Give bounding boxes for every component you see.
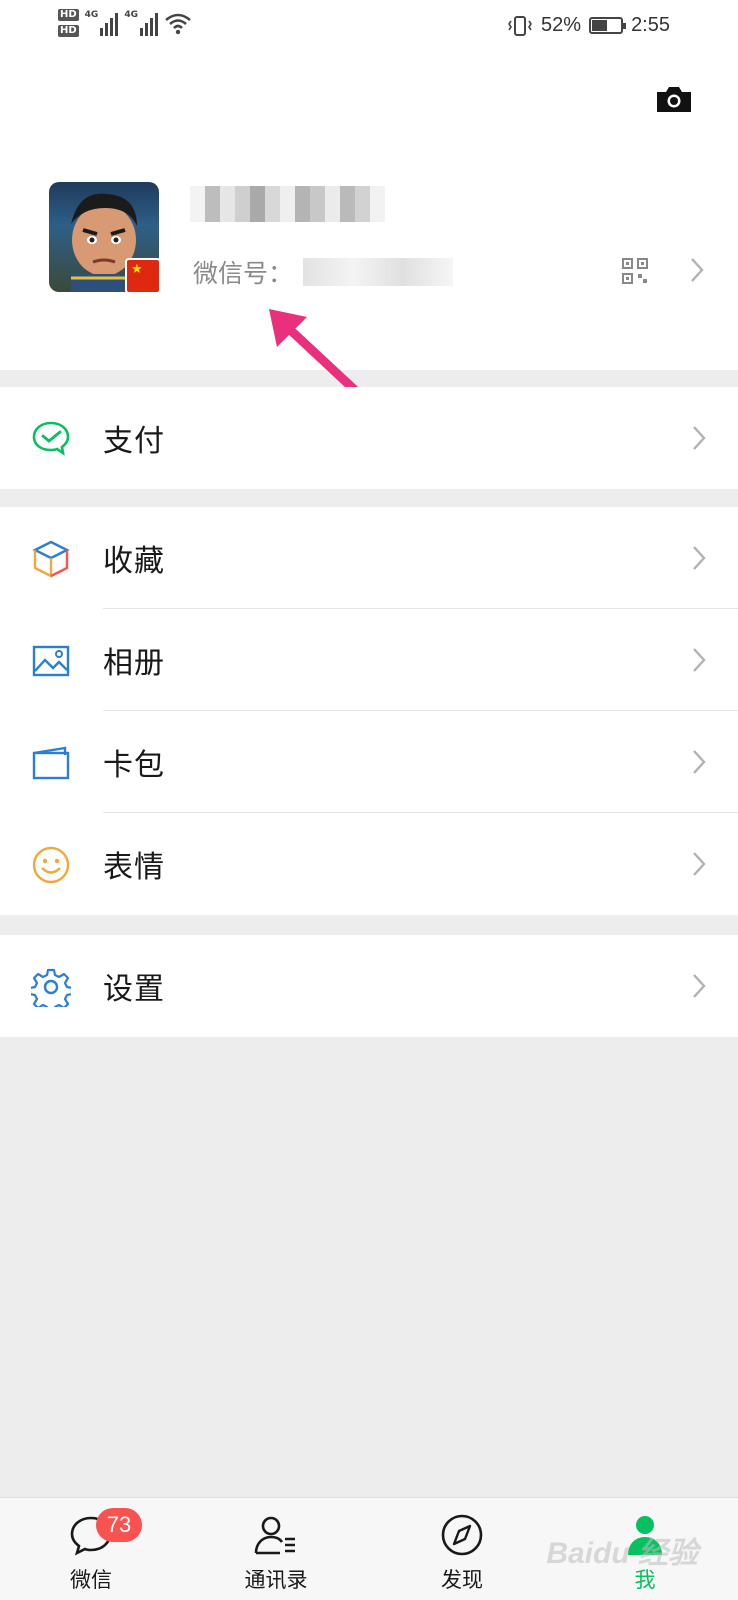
menu-label-pay: 支付 xyxy=(103,424,165,459)
tab-contacts[interactable]: 通讯录 xyxy=(221,1498,331,1600)
region-flag-icon: ★ xyxy=(125,258,161,294)
chevron-right-icon xyxy=(693,546,706,570)
menu-item-pay[interactable]: 支付 xyxy=(0,387,738,489)
unread-badge: 73 xyxy=(96,1508,142,1542)
menu-label-stickers: 表情 xyxy=(103,850,165,885)
compass-icon xyxy=(441,1514,483,1556)
vibrate-icon xyxy=(508,15,532,36)
contacts-icon xyxy=(254,1516,295,1555)
chevron-right-icon xyxy=(693,852,706,876)
hd-badge-2: HD xyxy=(58,25,79,37)
settings-gear-icon xyxy=(31,968,71,1007)
menu-item-stickers[interactable]: 表情 xyxy=(0,813,738,915)
menu-label-favorites: 收藏 xyxy=(103,544,165,579)
profile-card[interactable]: ★ 微信号： xyxy=(0,58,738,370)
chevron-right-icon xyxy=(691,258,704,282)
nickname-redacted xyxy=(190,186,400,222)
section-tools: 收藏 相册 卡包 表情 xyxy=(0,507,738,915)
camera-icon[interactable] xyxy=(655,84,693,114)
chevron-right-icon xyxy=(693,750,706,774)
battery-icon xyxy=(589,17,627,34)
chevron-right-icon xyxy=(693,648,706,672)
section-pay: 支付 xyxy=(0,387,738,489)
sim1-signal-icon: 4G xyxy=(85,8,119,36)
chevron-right-icon xyxy=(693,426,706,450)
wechat-pay-icon xyxy=(32,421,70,456)
tab-label-discover: 发现 xyxy=(441,1568,483,1592)
battery-percent: 52% xyxy=(541,14,582,36)
tab-chats[interactable]: 73 微信 xyxy=(36,1498,146,1600)
menu-item-settings[interactable]: 设置 xyxy=(0,935,738,1037)
status-bar: HD HD 4G 4G 52% 2:55 xyxy=(0,0,738,58)
card-wallet-icon xyxy=(32,746,70,780)
tab-label-contacts: 通讯录 xyxy=(244,1568,308,1592)
hd-badge-1: HD xyxy=(58,9,79,21)
signal-indicators: HD HD 4G 4G xyxy=(58,8,192,37)
menu-item-favorites[interactable]: 收藏 xyxy=(0,507,738,609)
menu-label-card-wallet: 卡包 xyxy=(103,748,165,783)
menu-item-album[interactable]: 相册 xyxy=(0,609,738,711)
tab-label-chats: 微信 xyxy=(70,1568,112,1592)
sim2-signal-icon: 4G xyxy=(124,8,158,36)
qr-code-icon[interactable] xyxy=(622,258,648,284)
favorites-cube-icon xyxy=(32,540,70,578)
clock: 2:55 xyxy=(631,14,670,36)
menu-label-album: 相册 xyxy=(103,646,165,681)
section-settings: 设置 xyxy=(0,935,738,1037)
tab-discover[interactable]: 发现 xyxy=(407,1498,517,1600)
menu-label-settings: 设置 xyxy=(103,972,165,1007)
wechat-id-redacted xyxy=(303,258,454,286)
watermark: Baidu 经验 xyxy=(546,1537,698,1570)
album-icon xyxy=(32,645,70,677)
bottom-tab-bar: 73 微信 通讯录 发现 我 Baidu 经验 xyxy=(0,1497,738,1600)
wechat-id-label: 微信号： xyxy=(193,259,294,288)
sticker-smile-icon xyxy=(32,846,70,884)
menu-item-card-wallet[interactable]: 卡包 xyxy=(0,711,738,813)
chevron-right-icon xyxy=(693,974,706,998)
wechat-id-row: 微信号： xyxy=(193,254,454,290)
wifi-icon xyxy=(165,13,191,35)
